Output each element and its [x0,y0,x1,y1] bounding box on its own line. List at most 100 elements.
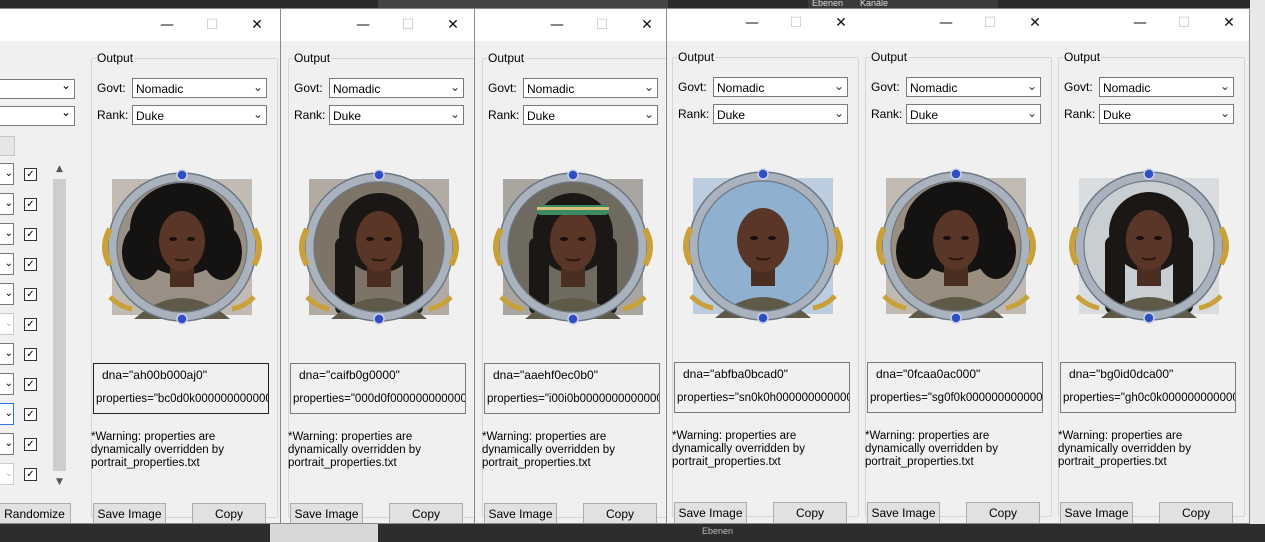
scroll-thumb[interactable] [53,179,66,471]
background-bottom-label: Ebenen [702,526,734,536]
dna-output-box[interactable]: dna="aaehf0ec0b0" properties="i00i0b0000… [484,363,660,414]
copy-button[interactable]: Copy [583,503,657,523]
warning-text: *Warning: properties are dynamically ove… [1058,430,1191,468]
rank-select[interactable]: Duke ⌄ [132,105,267,125]
trait-checkbox[interactable]: ✓ [24,228,37,241]
govt-value: Nomadic [136,82,184,96]
chevron-down-icon: ⌄ [252,107,263,121]
close-button[interactable]: ✕ [1025,13,1045,33]
rank-select[interactable]: Duke ⌄ [713,104,848,124]
save-image-button[interactable]: Save Image [1060,502,1133,523]
trait-checkbox[interactable]: ✓ [24,468,37,481]
trait-checkbox[interactable]: ✓ [24,198,37,211]
govt-select[interactable]: Nomadic ⌄ [132,78,267,98]
trait-select[interactable]: ⌄ [0,283,14,305]
rank-select[interactable]: Duke ⌄ [329,105,464,125]
properties-text: properties="000d0f0000000000000 [293,393,466,405]
trait-select[interactable]: ⌄ [0,343,14,365]
minimize-button[interactable]: — [742,13,762,33]
close-button[interactable]: ✕ [443,15,463,35]
save-image-button[interactable]: Save Image [290,503,363,523]
dna-output-box[interactable]: dna="ah00b000aj0" properties="bc0d0k0000… [93,363,269,414]
save-image-button[interactable]: Save Image [484,503,557,523]
randomize-button[interactable]: Randomize [0,503,71,523]
trait-checkbox[interactable]: ✓ [24,318,37,331]
output-group-label: Output [1063,50,1102,64]
dna-output-box[interactable]: dna="bg0id0dca00" properties="gh0c0k0000… [1060,362,1236,413]
trait-scrollbar[interactable]: ▲ ▼ [51,161,68,491]
rank-value: Duke [910,108,939,122]
properties-text: properties="sn0k0h0000000000000 [677,392,850,404]
chevron-down-icon: ⌄ [60,78,71,92]
rank-select[interactable]: Duke ⌄ [523,105,658,125]
govt-select[interactable]: Nomadic ⌄ [906,77,1041,97]
rank-select[interactable]: Duke ⌄ [1099,104,1234,124]
save-image-button[interactable]: Save Image [674,502,747,523]
small-button[interactable] [0,136,15,156]
copy-button[interactable]: Copy [966,502,1040,523]
trait-select[interactable]: ⌄ [0,433,14,455]
govt-select[interactable]: Nomadic ⌄ [329,78,464,98]
govt-label: Govt: [678,80,707,94]
trait-checkbox[interactable]: ✓ [24,378,37,391]
properties-text: properties="bc0d0k000000000000 [96,393,269,405]
trait-select[interactable]: ⌄ [0,193,14,215]
background-right-panel [1250,0,1265,524]
maximize-button: ☐ [401,17,415,33]
scroll-down-icon[interactable]: ▼ [51,474,68,491]
close-button[interactable]: ✕ [1219,13,1239,33]
close-button[interactable]: ✕ [247,15,267,35]
properties-text: properties="sg0f0k0000000000000 [870,392,1043,404]
portrait-svg [876,168,1036,324]
copy-button[interactable]: Copy [192,503,266,523]
govt-select[interactable]: Nomadic ⌄ [1099,77,1234,97]
trait-select[interactable]: ⌄ [0,463,14,485]
trait-checkbox[interactable]: ✓ [24,408,37,421]
scroll-up-icon[interactable]: ▲ [51,161,68,178]
trait-checkbox[interactable]: ✓ [24,258,37,271]
close-button[interactable]: ✕ [637,15,657,35]
dna-output-box[interactable]: dna="0fcaa0ac000" properties="sg0f0k0000… [867,362,1043,413]
govt-select[interactable]: Nomadic ⌄ [713,77,848,97]
output-group-label: Output [487,51,526,65]
portrait-window-4: — ☐ ✕ — ☐ ✕ — ☐ ✕ Output Govt: Nomadic ⌄… [666,8,1250,524]
warning-text: *Warning: properties are dynamically ove… [865,430,998,468]
copy-button[interactable]: Copy [389,503,463,523]
window-titlebar[interactable]: — ☐ ✕ [475,9,668,41]
minimize-button[interactable]: — [936,13,956,33]
trait-checkbox[interactable]: ✓ [24,288,37,301]
trait-select[interactable]: ⌄ [0,373,14,395]
copy-button[interactable]: Copy [773,502,847,523]
minimize-button[interactable]: — [157,15,177,35]
output-panel: Output Govt: Nomadic ⌄ Rank: Duke ⌄ dna=… [668,40,863,523]
rank-select[interactable]: Duke ⌄ [906,104,1041,124]
select-two[interactable]: ⌄ [0,105,75,126]
close-button[interactable]: ✕ [831,13,851,33]
trait-select[interactable]: ⌄ [0,223,14,245]
minimize-button[interactable]: — [353,15,373,35]
trait-select[interactable]: ⌄ [0,403,14,425]
trait-checkbox[interactable]: ✓ [24,168,37,181]
window-titlebar[interactable]: — ☐ ✕ [0,9,280,41]
dna-output-box[interactable]: dna="caifb0g0000" properties="000d0f0000… [290,363,466,414]
trait-select[interactable]: ⌄ [0,163,14,185]
chevron-down-icon: ⌄ [643,107,654,121]
trait-checkbox[interactable]: ✓ [24,348,37,361]
chevron-down-icon: ⌄ [1219,106,1230,120]
trait-select[interactable]: ⌄ [0,253,14,275]
chevron-down-icon: ⌄ [833,106,844,120]
background-tab-ebenen: Ebenen [812,0,844,8]
copy-button[interactable]: Copy [1159,502,1233,523]
govt-value: Nomadic [717,81,765,95]
minimize-button[interactable]: — [1130,13,1150,33]
minimize-button[interactable]: — [547,15,567,35]
window-titlebar[interactable]: — ☐ ✕ [281,9,476,41]
save-image-button[interactable]: Save Image [93,503,166,523]
govt-select[interactable]: Nomadic ⌄ [523,78,658,98]
save-image-button[interactable]: Save Image [867,502,940,523]
window-titlebar[interactable]: — ☐ ✕ — ☐ ✕ — ☐ ✕ [667,9,1249,41]
dna-output-box[interactable]: dna="abfba0bcad0" properties="sn0k0h0000… [674,362,850,413]
trait-checkbox[interactable]: ✓ [24,438,37,451]
select-one[interactable]: ⌄ [0,78,75,99]
trait-select[interactable]: ⌄ [0,313,14,335]
